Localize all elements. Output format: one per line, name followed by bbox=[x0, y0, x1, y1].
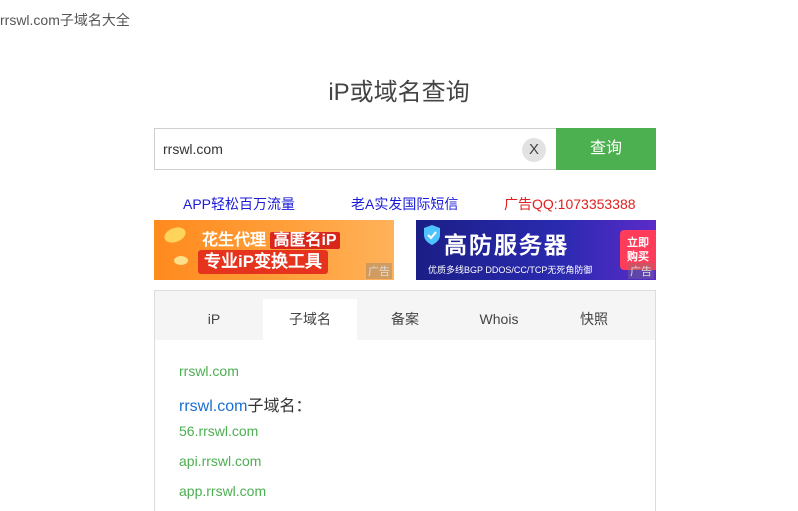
tab-whois[interactable]: Whois bbox=[453, 299, 545, 340]
tab-subdomain[interactable]: 子域名 bbox=[263, 299, 357, 340]
query-button[interactable]: 查询 bbox=[556, 128, 656, 170]
banner-headline: 花生代理 高匿名iP bbox=[202, 226, 340, 250]
tab-ip[interactable]: iP bbox=[165, 299, 263, 340]
tab-icp[interactable]: 备案 bbox=[357, 299, 453, 340]
page-title: iP或域名查询 bbox=[328, 79, 470, 106]
heading-suffix: 子域名： bbox=[247, 398, 312, 415]
proxy-ad-banner[interactable]: 花生代理 高匿名iP 专业iP变换工具 广告 bbox=[154, 220, 394, 280]
banner-subtitle: 优质多线BGP DDOS/CC/TCP无死角防御 bbox=[428, 265, 593, 275]
ad-link-qq[interactable]: 广告QQ:1073353388 bbox=[504, 194, 636, 214]
server-ad-banner[interactable]: 高防服务器 优质多线BGP DDOS/CC/TCP无死角防御 立即 购买 广告 bbox=[416, 220, 656, 280]
banner-title: 高防服务器 bbox=[444, 232, 569, 258]
ad-link-app-traffic[interactable]: APP轻松百万流量 bbox=[183, 194, 295, 214]
clear-button[interactable]: X bbox=[522, 138, 546, 162]
results-heading: rrswl.com子域名： bbox=[179, 392, 311, 416]
subdomain-link[interactable]: api.rrswl.com bbox=[179, 453, 261, 469]
ad-tag: 广告 bbox=[628, 263, 654, 279]
banner-brand: 花生代理 bbox=[202, 232, 267, 249]
search-bar: X 查询 bbox=[154, 128, 656, 170]
domain-link[interactable]: rrswl.com bbox=[179, 363, 239, 379]
result-panel: iP 子域名 备案 Whois 快照 rrswl.com rrswl.com子域… bbox=[154, 290, 656, 511]
tab-bar: iP 子域名 备案 Whois 快照 bbox=[155, 291, 655, 340]
tab-snapshot[interactable]: 快照 bbox=[545, 299, 643, 340]
search-box: X bbox=[154, 128, 556, 170]
ad-tag: 广告 bbox=[366, 263, 392, 279]
heading-domain-link[interactable]: rrswl.com bbox=[179, 398, 247, 415]
page-header-title: rrswl.com子域名大全 bbox=[0, 12, 130, 28]
banner-highlight: 高匿名iP bbox=[270, 232, 340, 249]
coin-icon bbox=[174, 256, 188, 265]
coin-icon bbox=[162, 224, 188, 246]
shield-icon bbox=[424, 225, 440, 245]
buy-label-line2: 购买 bbox=[627, 251, 649, 263]
subdomain-link[interactable]: app.rrswl.com bbox=[179, 483, 266, 499]
search-input[interactable] bbox=[155, 129, 515, 169]
buy-label-line1: 立即 bbox=[627, 237, 649, 249]
subdomain-link[interactable]: 56.rrswl.com bbox=[179, 423, 258, 439]
ad-link-sms[interactable]: 老A实发国际短信 bbox=[351, 194, 458, 214]
banner-tagline: 专业iP变换工具 bbox=[198, 250, 329, 274]
